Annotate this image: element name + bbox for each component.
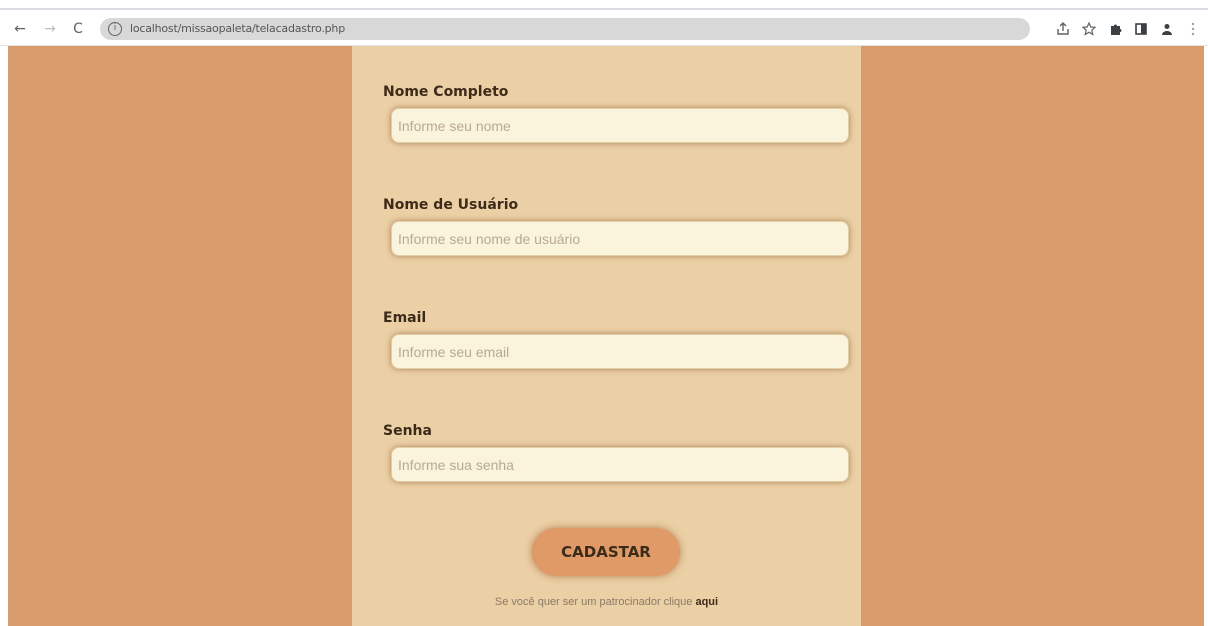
toolbar-icons — [1054, 19, 1202, 39]
page-background: Nome Completo Nome de Usuário Email Senh… — [8, 46, 1204, 626]
tab-strip-divider — [0, 8, 1208, 10]
full-name-field: Nome Completo — [383, 84, 851, 143]
username-label: Nome de Usuário — [383, 197, 519, 213]
menu-icon[interactable] — [1184, 19, 1202, 39]
password-input[interactable] — [391, 447, 849, 482]
sponsor-note-text: Se você quer ser um patrocinador clique — [494, 596, 693, 608]
register-button[interactable]: CADASTAR — [532, 528, 680, 576]
username-input[interactable] — [391, 221, 849, 256]
browser-toolbar: ← → C i localhost/missaopaleta/telacadas… — [0, 12, 1208, 46]
star-icon[interactable] — [1080, 19, 1098, 39]
password-field: Senha — [383, 423, 851, 482]
registration-form: Nome Completo Nome de Usuário Email Senh… — [352, 46, 861, 626]
back-icon[interactable]: ← — [10, 19, 30, 39]
email-label: Email — [383, 310, 427, 326]
address-bar[interactable]: i localhost/missaopaleta/telacadastro.ph… — [100, 18, 1030, 40]
profile-icon[interactable] — [1158, 19, 1176, 39]
username-field: Nome de Usuário — [383, 197, 851, 256]
site-info-icon[interactable]: i — [108, 22, 122, 36]
extensions-icon[interactable] — [1106, 19, 1124, 39]
email-field: Email — [383, 310, 851, 369]
reload-icon[interactable]: C — [68, 19, 88, 39]
address-bar-url: localhost/missaopaleta/telacadastro.php — [130, 22, 345, 35]
full-name-input[interactable] — [391, 108, 849, 143]
share-icon[interactable] — [1054, 19, 1072, 39]
sidebar-icon[interactable] — [1132, 19, 1150, 39]
sponsor-note: Se você quer ser um patrocinador clique … — [352, 596, 861, 608]
forward-icon[interactable]: → — [40, 19, 60, 39]
sponsor-link[interactable]: aqui — [695, 596, 718, 608]
password-label: Senha — [383, 423, 432, 439]
tab-strip — [0, 0, 1208, 12]
email-input[interactable] — [391, 334, 849, 369]
full-name-label: Nome Completo — [383, 84, 509, 100]
